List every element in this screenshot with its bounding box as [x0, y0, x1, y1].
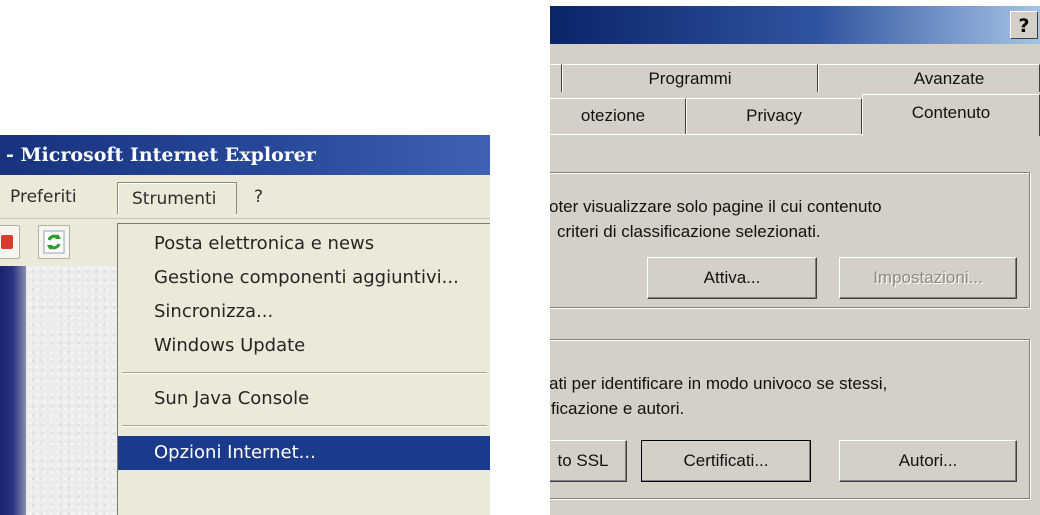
internet-options-dialog: ? Programmi Avanzate otezione Privacy Co…: [550, 6, 1040, 515]
certificates-button[interactable]: Certificati...: [641, 440, 811, 482]
tools-dropdown-menu: Posta elettronica e news Gestione compon…: [117, 223, 490, 515]
refresh-icon[interactable]: [38, 225, 70, 259]
help-button[interactable]: ?: [1010, 11, 1038, 39]
content-advisor-text-line2: criteri di classificazione selezionati.: [557, 222, 821, 241]
tab-contenuto[interactable]: Contenuto: [862, 94, 1040, 136]
menu-separator: [122, 372, 487, 374]
content-advisor-settings-button[interactable]: Impostazioni...: [839, 257, 1017, 299]
ie-title-bar: - Microsoft Internet Explorer: [0, 135, 490, 175]
tab-panel-contenuto: oter visualizzare solo pagine il cui con…: [550, 134, 1038, 515]
tab-programmi[interactable]: Programmi: [562, 64, 818, 92]
menu-strumenti[interactable]: Strumenti: [117, 182, 237, 214]
page-image-edge: [0, 266, 26, 515]
menu-preferiti[interactable]: Preferiti: [4, 184, 83, 211]
menu-help[interactable]: ?: [248, 184, 269, 211]
tab-protezione[interactable]: otezione: [550, 98, 686, 134]
tab-avanzate[interactable]: Avanzate: [818, 64, 1040, 92]
menu-item-manage-addons[interactable]: Gestione componenti aggiuntivi...: [118, 261, 490, 295]
menu-separator: [122, 425, 487, 427]
content-advisor-text-line1: oter visualizzare solo pagine il cui con…: [550, 197, 882, 216]
tab-privacy[interactable]: Privacy: [686, 98, 862, 134]
menu-item-internet-options[interactable]: Opzioni Internet...: [118, 436, 490, 470]
ie-window: - Microsoft Internet Explorer Preferiti …: [0, 135, 490, 515]
menu-item-java-console[interactable]: Sun Java Console: [118, 382, 490, 416]
certificates-text-line2: ficazione e autori.: [551, 399, 685, 418]
ie-menu-bar: Preferiti Strumenti ?: [0, 175, 490, 219]
publishers-button[interactable]: Autori...: [839, 440, 1017, 482]
enable-content-advisor-button[interactable]: Attiva...: [647, 257, 817, 299]
certificates-text-line1: ati per identificare in modo univoco se …: [550, 374, 888, 393]
content-advisor-group: oter visualizzare solo pagine il cui con…: [550, 172, 1030, 308]
dialog-title-bar: ?: [550, 6, 1040, 44]
clear-ssl-button[interactable]: to SSL: [550, 440, 627, 482]
ie-window-title: - Microsoft Internet Explorer: [6, 144, 316, 166]
stop-icon[interactable]: [0, 225, 20, 259]
menu-item-synchronize[interactable]: Sincronizza...: [118, 295, 490, 329]
certificates-group: ati per identificare in modo univoco se …: [550, 339, 1030, 499]
tab-partial[interactable]: [550, 64, 562, 92]
menu-item-mail-news[interactable]: Posta elettronica e news: [118, 227, 490, 261]
menu-item-windows-update[interactable]: Windows Update: [118, 329, 490, 363]
